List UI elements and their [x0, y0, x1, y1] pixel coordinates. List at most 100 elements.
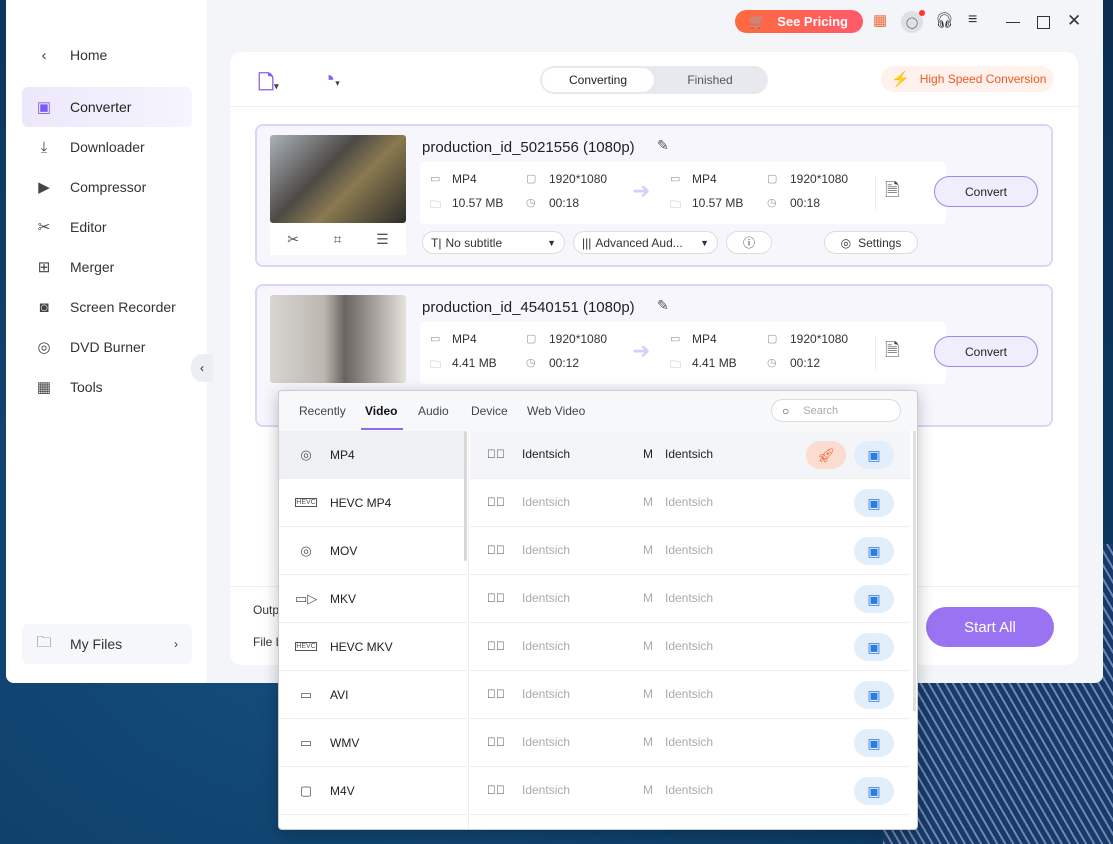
chevron-down-icon: ▼: [547, 237, 556, 248]
rename-icon[interactable]: ✎: [657, 297, 669, 314]
convert-button[interactable]: Convert: [934, 336, 1038, 367]
hardware-acceleration-icon[interactable]: ▣: [854, 489, 894, 517]
format-item-hevc-mkv[interactable]: HEVC HEVC MKV: [279, 623, 467, 671]
preset-row[interactable]: ▶⃞ Identsich M Identsich ▣: [470, 527, 910, 575]
preset-row[interactable]: ▶⃞ Identsich M Identsich ▣: [470, 719, 910, 767]
preset-quality: Identsich: [665, 783, 714, 797]
hardware-acceleration-icon[interactable]: ▣: [854, 537, 894, 565]
format-list-scrollbar[interactable]: [464, 431, 467, 561]
format-item-avi[interactable]: ▭ AVI: [279, 671, 467, 719]
output-settings-icon[interactable]: 🗎: [885, 338, 899, 368]
sidebar-item-downloader[interactable]: ⤓ Downloader: [22, 127, 192, 167]
target-size: 4.41 MB: [692, 356, 737, 370]
search-input[interactable]: ○ Search: [771, 399, 901, 422]
preset-row[interactable]: ▶⃞ Identsich M Identsich ▣: [470, 623, 910, 671]
format-item-mp4[interactable]: ◎ MP4: [279, 431, 467, 479]
start-all-button[interactable]: Start All: [926, 607, 1054, 647]
folder-icon: 🗀: [430, 199, 441, 211]
sidebar-item-dvd-burner[interactable]: ◎ DVD Burner: [22, 327, 192, 367]
scissors-icon: ✂: [37, 219, 51, 236]
maximize-icon[interactable]: [1037, 16, 1050, 29]
sidebar-item-converter[interactable]: ▣ Converter: [22, 87, 192, 127]
settings-button[interactable]: ◎ Settings: [824, 231, 918, 254]
target-format: MP4: [692, 172, 717, 186]
format-icon: HEVC: [295, 498, 317, 507]
disc-icon: ◎: [37, 339, 51, 356]
hardware-acceleration-icon[interactable]: ▣: [854, 777, 894, 805]
info-icon: ⓘ: [742, 236, 755, 250]
gift-icon[interactable]: ▦: [873, 11, 887, 29]
preset-size: M: [643, 735, 653, 749]
headset-icon[interactable]: 🎧︎: [935, 11, 954, 29]
tab-converting[interactable]: Converting: [542, 68, 654, 92]
hardware-acceleration-icon[interactable]: ▣: [854, 633, 894, 661]
sidebar-home[interactable]: ‹ Home: [22, 35, 192, 75]
hardware-acceleration-icon[interactable]: ▣: [854, 585, 894, 613]
arrow-right-icon: ➜: [632, 338, 651, 363]
format-item-m4v[interactable]: ▢ M4V: [279, 767, 467, 815]
preset-row[interactable]: ▶⃞ Identsich M Identsich 🚀︎ ▣: [470, 431, 910, 479]
close-icon[interactable]: ✕: [1067, 11, 1081, 31]
trim-icon[interactable]: ✂: [287, 231, 299, 248]
output-format-label: Outp: [253, 603, 280, 617]
collapse-sidebar-button[interactable]: ‹: [191, 354, 213, 382]
tab-web-video[interactable]: Web Video: [527, 404, 585, 418]
preset-row[interactable]: ▶⃞ Identsich M Identsich ▣: [470, 671, 910, 719]
sidebar-item-editor[interactable]: ✂ Editor: [22, 207, 192, 247]
video-thumbnail[interactable]: [270, 295, 406, 383]
sidebar-item-tools[interactable]: ▦ Tools: [22, 367, 192, 407]
clock-icon: ◷: [526, 197, 536, 209]
menu-icon[interactable]: ≡: [968, 11, 977, 29]
preset-row[interactable]: ▶⃞ Identsich M Identsich ▣: [470, 767, 910, 815]
preset-row[interactable]: ▶⃞ Identsich M Identsich ▣: [470, 575, 910, 623]
hardware-acceleration-icon[interactable]: ▣: [854, 729, 894, 757]
tab-video[interactable]: Video: [365, 404, 397, 418]
crop-icon[interactable]: ⌗: [334, 231, 342, 248]
my-files-button[interactable]: 🗀 My Files ›: [22, 624, 192, 664]
add-file-button[interactable]: 🗋▾: [258, 68, 279, 102]
sidebar-item-compressor[interactable]: ▶ Compressor: [22, 167, 192, 207]
video-preset-icon: ▶⃞: [487, 735, 505, 749]
info-button[interactable]: ⓘ: [726, 231, 772, 254]
format-item-mov[interactable]: ◎ MOV: [279, 527, 467, 575]
tab-device[interactable]: Device: [471, 404, 508, 418]
subtitle-dropdown[interactable]: T| No subtitle ▼: [422, 231, 565, 254]
preset-resolution: Identsich: [522, 447, 571, 461]
video-thumbnail[interactable]: [270, 135, 406, 223]
source-duration: 00:18: [549, 196, 580, 210]
arrow-right-icon: ➜: [632, 178, 651, 203]
preset-size: M: [643, 591, 653, 605]
sidebar-item-screen-recorder[interactable]: ◙ Screen Recorder: [22, 287, 192, 327]
output-settings-icon[interactable]: 🗎: [885, 178, 899, 208]
preset-resolution: Identsich: [522, 687, 571, 701]
format-item-mkv[interactable]: ▭▷ MKV: [279, 575, 467, 623]
preset-quality: Identsich: [665, 447, 714, 461]
high-speed-conversion-button[interactable]: ⚡ High Speed Conversion: [881, 66, 1054, 92]
preset-list-scrollbar[interactable]: [913, 431, 916, 711]
effects-icon[interactable]: ☰: [376, 231, 389, 248]
sidebar-item-merger[interactable]: ⊞ Merger: [22, 247, 192, 287]
preset-row[interactable]: ▶⃞ Identsich M Identsich ▣: [470, 479, 910, 527]
convert-button[interactable]: Convert: [934, 176, 1038, 207]
tab-finished[interactable]: Finished: [654, 68, 766, 92]
minimize-icon[interactable]: [1006, 22, 1020, 23]
video-preset-icon: ▶⃞: [487, 783, 505, 797]
rename-icon[interactable]: ✎: [657, 137, 669, 154]
format-item-wmv[interactable]: ▭ WMV: [279, 719, 467, 767]
add-from-device-button[interactable]: ◔▾: [322, 66, 340, 92]
tab-audio[interactable]: Audio: [418, 404, 449, 418]
format-item-hevc-mp4[interactable]: HEVC HEVC MP4: [279, 479, 467, 527]
clock-icon: ◷: [767, 357, 777, 369]
tab-recently[interactable]: Recently: [299, 404, 346, 418]
file-name: production_id_5021556 (1080p): [422, 139, 635, 156]
active-tab-indicator: [361, 428, 403, 430]
rocket-icon[interactable]: 🚀︎: [806, 441, 846, 469]
file-info: ▭ MP4 ▢ 1920*1080 🗀 4.41 MB ◷ 00:12 ➜ ▭ MP4 ▢…: [420, 322, 946, 384]
hardware-acceleration-icon[interactable]: ▣: [854, 441, 894, 469]
hardware-acceleration-icon[interactable]: ▣: [854, 681, 894, 709]
format-icon: ◎: [300, 542, 312, 558]
grid-icon: ▦: [36, 379, 52, 396]
see-pricing-button[interactable]: 🛒 See Pricing: [735, 10, 863, 33]
audio-dropdown[interactable]: ||| Advanced Aud... ▼: [573, 231, 718, 254]
folder-icon: 🗀: [670, 199, 681, 211]
